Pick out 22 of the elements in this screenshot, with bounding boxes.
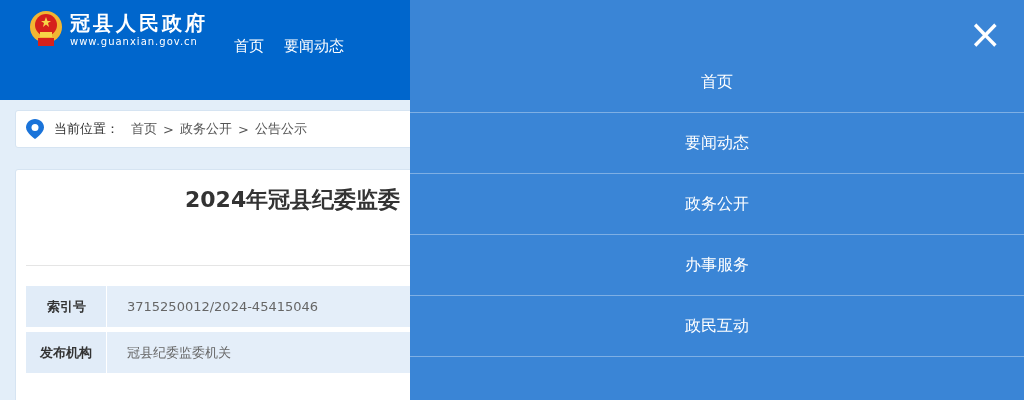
article-title: 2024年冠县纪委监委	[185, 186, 402, 214]
menu-item[interactable]: 政务公开	[410, 174, 1024, 235]
breadcrumb-link[interactable]: 政务公开	[179, 120, 232, 138]
menu-item[interactable]: 政民互动	[410, 296, 1024, 357]
table-cell: 冠县纪委监委机关	[107, 332, 410, 373]
menu-item[interactable]: 办事服务	[410, 235, 1024, 296]
nav-link[interactable]: 要闻动态	[284, 37, 344, 56]
location-pin-icon	[26, 119, 44, 139]
nav-link[interactable]: 首页	[234, 37, 264, 56]
close-button[interactable]: ×	[968, 16, 1002, 52]
breadcrumb-link[interactable]: 公告公示	[254, 120, 307, 138]
breadcrumb-separator: >	[163, 121, 174, 137]
site-name: 冠县人民政府	[70, 10, 208, 36]
menu-item[interactable]: 要闻动态	[410, 113, 1024, 174]
table-cell: 3715250012/2024-45415046	[107, 286, 410, 327]
breadcrumb-separator: >	[237, 121, 249, 137]
breadcrumb-label: 当前位置：	[54, 120, 119, 138]
breadcrumb-link[interactable]: 首页	[131, 120, 157, 138]
site-url: www.guanxian.gov.cn	[70, 36, 199, 48]
menu-item[interactable]: 首页	[410, 52, 1024, 113]
table-cell: 发布机构	[26, 332, 106, 373]
table-cell: 索引号	[26, 286, 106, 327]
